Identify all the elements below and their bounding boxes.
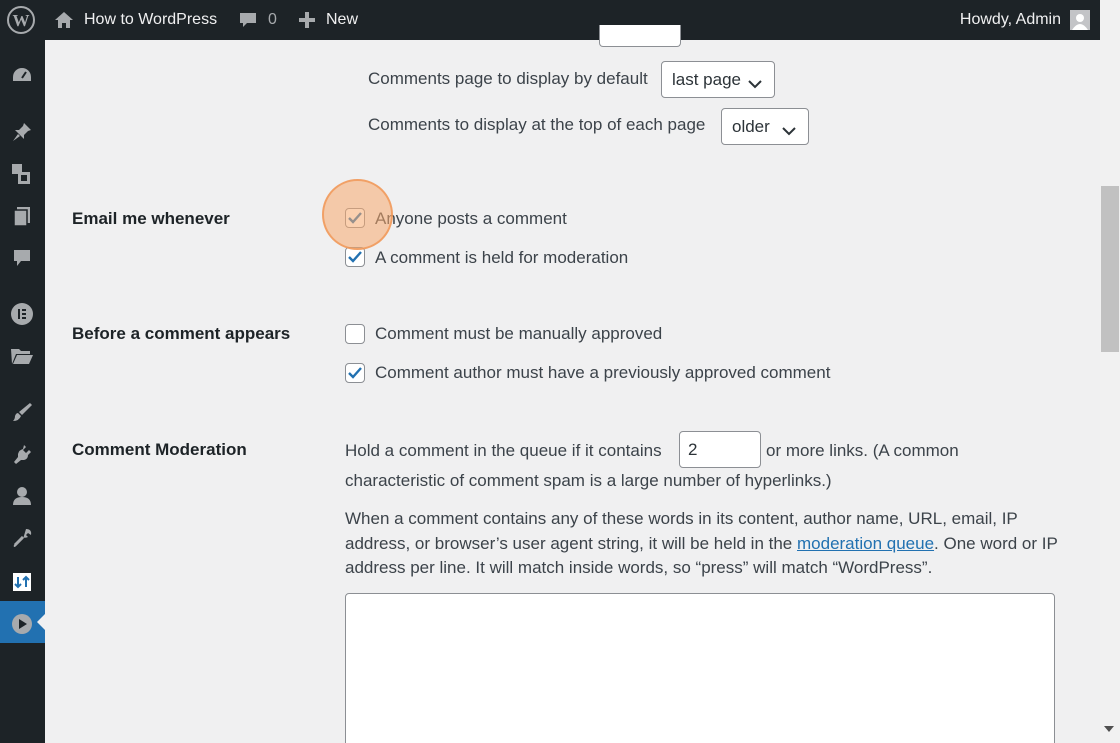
comment-max-links-input[interactable]: 2	[679, 431, 761, 468]
elementor-icon[interactable]	[10, 302, 34, 326]
comments-per-page-input[interactable]	[599, 25, 681, 47]
wordpress-logo-icon: W	[6, 5, 36, 35]
moderation-description: When a comment contains any of these wor…	[345, 507, 1060, 581]
comments-count: 0	[268, 11, 277, 28]
settings-icon[interactable]	[10, 570, 34, 594]
manually-approved-label: Comment must be manually approved	[375, 324, 663, 343]
default-page-value: last page	[672, 69, 741, 89]
anyone-posts-label: Anyone posts a comment	[375, 209, 567, 228]
held-moderation-checkbox[interactable]	[345, 247, 365, 267]
plugins-icon[interactable]	[10, 442, 34, 466]
scrollbar-thumb[interactable]	[1101, 186, 1119, 352]
top-comments-value: older	[732, 116, 770, 136]
click-highlight-marker	[322, 179, 393, 250]
new-content-link[interactable]: New	[298, 0, 358, 40]
admin-bar: W How to WordPress 0 New Howdy, Admin	[0, 0, 1100, 40]
comments-link[interactable]: 0	[238, 0, 277, 40]
email-heading: Email me whenever	[72, 209, 230, 228]
moderation-queue-link[interactable]: moderation queue	[797, 534, 934, 553]
site-name: How to WordPress	[84, 11, 218, 28]
before-appears-heading: Before a comment appears	[72, 324, 291, 343]
account-menu[interactable]: Howdy, Admin	[960, 0, 1090, 40]
hold-suffix-text: or more links. (A common	[766, 441, 959, 460]
held-moderation-label: A comment is held for moderation	[375, 248, 629, 267]
default-page-label: Comments page to display by default	[368, 69, 648, 88]
previously-approved-checkbox[interactable]	[345, 363, 365, 383]
manually-approved-checkbox[interactable]	[345, 324, 365, 344]
moderation-heading: Comment Moderation	[72, 440, 247, 459]
chevron-down-icon	[748, 74, 762, 94]
checkmark-icon	[348, 367, 362, 379]
site-name-link[interactable]: How to WordPress	[54, 0, 217, 40]
chevron-down-icon	[782, 121, 796, 141]
comment-bubble-icon	[238, 10, 258, 30]
templates-folder-icon[interactable]	[10, 344, 34, 368]
scrollbar-track[interactable]	[1100, 0, 1120, 743]
media-play-icon[interactable]	[10, 612, 34, 636]
pages-icon[interactable]	[10, 204, 34, 228]
wp-logo-menu[interactable]: W	[6, 0, 36, 40]
hold-line2-text: characteristic of comment spam is a larg…	[345, 471, 832, 490]
admin-side-menu	[0, 40, 45, 743]
howdy-text: Howdy, Admin	[959, 11, 1061, 28]
previously-approved-label: Comment author must have a previously ap…	[375, 363, 831, 382]
media-icon[interactable]	[10, 162, 34, 186]
moderation-keys-textarea[interactable]	[345, 593, 1055, 743]
comments-icon[interactable]	[10, 246, 34, 270]
top-comments-select[interactable]: older	[721, 108, 809, 145]
dashboard-icon[interactable]	[10, 64, 34, 88]
hold-prefix-text: Hold a comment in the queue if it contai…	[345, 441, 662, 460]
scroll-down-arrow-icon[interactable]	[1104, 726, 1114, 732]
avatar	[1070, 10, 1090, 30]
posts-pin-icon[interactable]	[10, 120, 34, 144]
checkmark-icon	[348, 251, 362, 263]
top-comments-label: Comments to display at the top of each p…	[368, 115, 706, 134]
default-page-select[interactable]: last page	[661, 61, 775, 98]
svg-text:W: W	[13, 11, 30, 30]
plus-icon	[298, 11, 316, 29]
appearance-brush-icon[interactable]	[10, 400, 34, 424]
new-label: New	[326, 11, 359, 28]
max-links-value: 2	[688, 439, 698, 459]
users-icon[interactable]	[10, 484, 34, 508]
tools-wrench-icon[interactable]	[10, 526, 34, 550]
home-icon	[54, 10, 74, 30]
